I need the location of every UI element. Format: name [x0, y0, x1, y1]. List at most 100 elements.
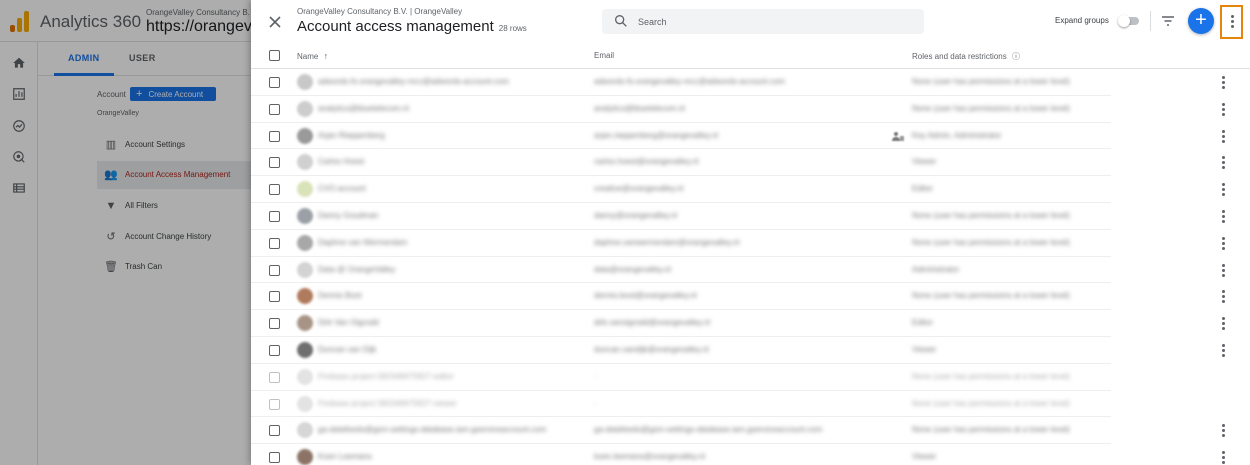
row-checkbox[interactable]: [269, 344, 280, 356]
column-header-name[interactable]: Name ↑: [297, 51, 328, 61]
page-title: Account access management 28 rows: [297, 18, 527, 35]
row-checkbox[interactable]: [269, 452, 280, 464]
table-row[interactable]: Firebase project 582348475827-editor - N…: [251, 364, 1250, 391]
table-row[interactable]: Koen Leemans koen.leemans@orangevalley.n…: [251, 444, 1250, 465]
table-row[interactable]: Daphne van Wermerdam daphne.vanwermerdam…: [251, 230, 1250, 257]
row-checkbox[interactable]: [269, 210, 280, 222]
row-checkbox[interactable]: [269, 184, 280, 196]
search-field[interactable]: [602, 9, 924, 34]
toggle-knob: [1118, 15, 1130, 27]
table-row[interactable]: adwords-fs-orangevalley-mcc@adwords-acco…: [251, 69, 1250, 96]
row-checkbox[interactable]: [269, 77, 280, 88]
column-header-roles[interactable]: Roles and data restrictions ⓘ: [912, 51, 1020, 62]
more-vert-icon: [1221, 209, 1225, 224]
user-name: Koen Leemans: [318, 452, 372, 462]
column-header-name-label: Name: [297, 52, 319, 61]
expand-groups-label: Expand groups: [1055, 16, 1109, 25]
table-row[interactable]: Duncan van Dijk duncan.vandijk@orangeval…: [251, 337, 1250, 364]
user-name: Firebase project 582348475827-viewer: [318, 398, 457, 408]
plus-icon: +: [1195, 9, 1207, 31]
table-row[interactable]: Data @ OrangeValley data@orangevalley.nl…: [251, 257, 1250, 284]
user-name: Data @ OrangeValley: [318, 264, 396, 274]
more-vert-icon: [1221, 424, 1225, 438]
table-row[interactable]: Dennis Boot dennis.boot@orangevalley.nl …: [251, 283, 1250, 310]
row-more-options-button[interactable]: [1221, 424, 1227, 438]
user-email: arjan.rieppenberg@orangevalley.nl: [594, 130, 719, 140]
more-options-button[interactable]: [1220, 5, 1243, 39]
more-vert-icon: [1221, 156, 1225, 170]
row-more-options-button[interactable]: [1221, 317, 1227, 331]
user-name: Duncan van Dijk: [318, 344, 377, 354]
avatar: [297, 368, 313, 385]
more-vert-icon: [1221, 451, 1225, 465]
table-row[interactable]: analytics@bluetelecom.nl analytics@bluet…: [251, 96, 1250, 123]
column-header-roles-label: Roles and data restrictions: [912, 52, 1007, 61]
close-button[interactable]: [265, 12, 285, 32]
close-icon: [269, 16, 281, 28]
row-more-options-button[interactable]: [1221, 156, 1227, 170]
row-checkbox[interactable]: [269, 291, 280, 303]
table-row[interactable]: Arjan Rieppenberg arjan.rieppenberg@oran…: [251, 123, 1250, 150]
user-email: creative@orangevalley.nl: [594, 184, 684, 194]
more-vert-icon: [1221, 236, 1225, 251]
table-header: Name ↑ Email Roles and data restrictions…: [251, 42, 1250, 69]
user-role: Viewer: [912, 157, 937, 167]
user-email: dennis.boot@orangevalley.nl: [594, 291, 697, 301]
table-row[interactable]: Carlos Hoest carlos.hoest@orangevalley.n…: [251, 149, 1250, 176]
more-vert-icon: [1221, 343, 1225, 358]
user-role: None (user has permissions at a lower le…: [912, 371, 1070, 381]
row-more-options-button[interactable]: [1221, 209, 1227, 224]
row-more-options-button[interactable]: [1221, 290, 1227, 304]
filter-icon[interactable]: [1160, 13, 1176, 29]
row-more-options-button[interactable]: [1221, 236, 1227, 251]
avatar: [297, 234, 313, 251]
user-email: daphne.vanwermerdam@orangevalley.nl: [594, 237, 740, 247]
avatar: [297, 261, 313, 278]
user-name: Daphne van Wermerdam: [318, 237, 408, 247]
user-email: adwords-fs-orangevalley-mcc@adwords-acco…: [594, 77, 785, 86]
table-row[interactable]: Danny Goudman danny@orangevalley.nl None…: [251, 203, 1250, 230]
row-checkbox[interactable]: [269, 130, 280, 142]
user-name: Firebase project 582348475827-editor: [318, 371, 454, 381]
user-role: Editor: [912, 318, 933, 328]
user-name: adwords-fs-orangevalley-mcc@adwords-acco…: [318, 77, 509, 86]
row-checkbox[interactable]: [269, 157, 280, 169]
row-checkbox[interactable]: [269, 398, 280, 410]
row-count: 28 rows: [498, 24, 527, 33]
row-checkbox[interactable]: [269, 264, 280, 276]
row-more-options-button[interactable]: [1221, 102, 1227, 117]
add-user-button[interactable]: +: [1188, 8, 1214, 34]
search-input[interactable]: [638, 13, 908, 30]
search-icon: [615, 14, 627, 27]
account-access-management-panel: OrangeValley Consultancy B.V. | OrangeVa…: [251, 0, 1250, 465]
avatar: [297, 422, 313, 439]
user-name: Arjan Rieppenberg: [318, 130, 385, 140]
user-email: duncan.vandijk@orangevalley.nl: [594, 344, 709, 354]
row-more-options-button[interactable]: [1221, 76, 1227, 90]
select-all-checkbox[interactable]: [269, 50, 280, 61]
toolbar-divider: [1150, 11, 1151, 31]
row-checkbox[interactable]: [269, 425, 280, 437]
expand-groups-toggle[interactable]: [1118, 15, 1140, 27]
avatar: [297, 341, 313, 358]
table-row[interactable]: Firebase project 582348475827-viewer - N…: [251, 391, 1250, 418]
row-more-options-button[interactable]: [1221, 263, 1227, 278]
more-vert-icon: [1221, 317, 1225, 331]
user-email: danny@orangevalley.nl: [594, 210, 678, 220]
row-checkbox[interactable]: [269, 371, 280, 383]
help-icon[interactable]: ⓘ: [1012, 52, 1020, 61]
table-row[interactable]: Dirk Van Oigrodd dirk.vanoigrodd@orangev…: [251, 310, 1250, 337]
row-more-options-button[interactable]: [1221, 129, 1227, 144]
column-header-email[interactable]: Email: [594, 51, 614, 60]
row-more-options-button[interactable]: [1221, 451, 1227, 465]
row-more-options-button[interactable]: [1221, 183, 1227, 197]
row-more-options-button[interactable]: [1221, 343, 1227, 358]
avatar: [297, 395, 313, 412]
table-row[interactable]: CVO account creative@orangevalley.nl Edi…: [251, 176, 1250, 203]
row-checkbox[interactable]: [269, 318, 280, 330]
table-row[interactable]: ga-datafeeds@gsm-settings-database.iam.g…: [251, 417, 1250, 444]
row-checkbox[interactable]: [269, 237, 280, 249]
user-role: None (user has permissions at a lower le…: [912, 210, 1070, 220]
user-email: -: [594, 371, 597, 381]
row-checkbox[interactable]: [269, 103, 280, 115]
